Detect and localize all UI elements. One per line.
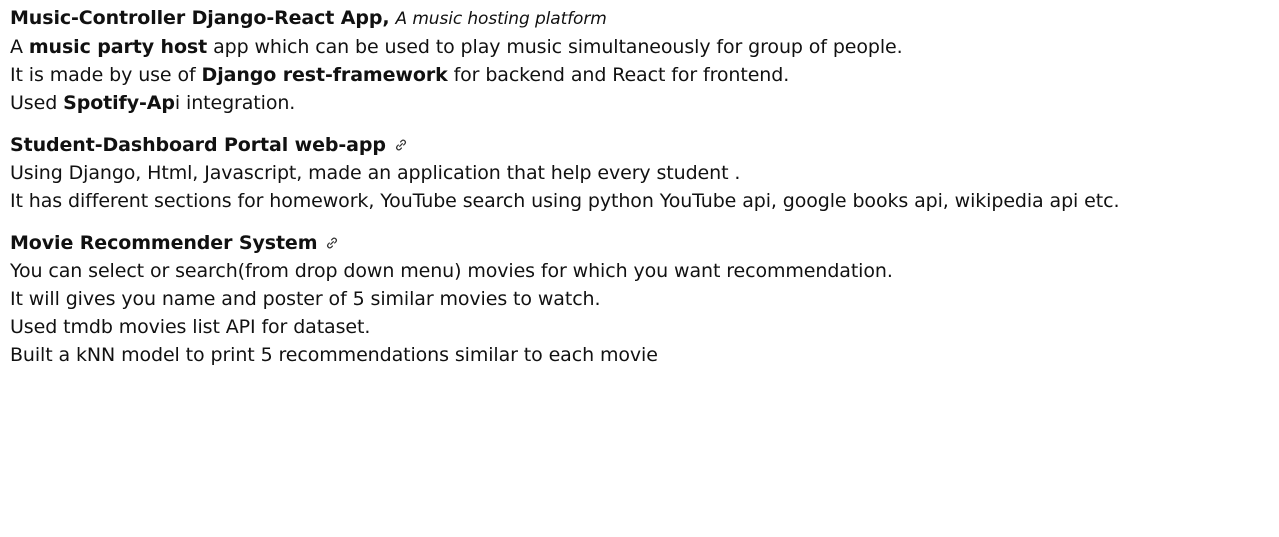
project-student-dashboard: Student-Dashboard Portal web-app Using D… bbox=[10, 131, 1279, 215]
project-heading: Music-Controller Django-React App, A mus… bbox=[10, 4, 1279, 33]
project-title: Student-Dashboard Portal web-app bbox=[10, 134, 386, 156]
highlight-text: Django rest-framework bbox=[201, 64, 448, 86]
project-description-line: A music party host app which can be used… bbox=[10, 33, 1279, 61]
project-movie-recommender: Movie Recommender System You can select … bbox=[10, 229, 1279, 369]
project-title: Movie Recommender System bbox=[10, 232, 318, 254]
text-segment: Used bbox=[10, 92, 64, 114]
project-heading: Student-Dashboard Portal web-app bbox=[10, 131, 1279, 159]
project-subtitle: A music hosting platform bbox=[395, 9, 607, 29]
text-segment: for backend and React for frontend. bbox=[447, 64, 790, 86]
project-description-line: Built a kNN model to print 5 recommendat… bbox=[10, 344, 658, 366]
highlight-text: Spotify-Ap bbox=[63, 92, 175, 114]
project-title: Music-Controller Django-React App, bbox=[10, 7, 390, 29]
project-heading: Movie Recommender System bbox=[10, 229, 1279, 257]
text-segment: It is made by use of bbox=[10, 64, 202, 86]
highlight-text: music party host bbox=[28, 36, 208, 58]
project-description-line: It has different sections for homework, … bbox=[10, 190, 1120, 212]
project-description-line: It is made by use of Django rest-framewo… bbox=[10, 61, 1279, 89]
project-description-line: Using Django, Html, Javascript, made an … bbox=[10, 162, 741, 184]
text-segment: app which can be used to play music simu… bbox=[207, 36, 903, 58]
projects-section: Music-Controller Django-React App, A mus… bbox=[0, 0, 1279, 537]
project-music-controller: Music-Controller Django-React App, A mus… bbox=[10, 4, 1279, 117]
project-description-line: Used tmdb movies list API for dataset. bbox=[10, 316, 371, 338]
project-description-line: Used Spotify-Api integration. bbox=[10, 89, 1279, 117]
link-icon[interactable] bbox=[325, 236, 339, 250]
project-description-line: You can select or search(from drop down … bbox=[10, 260, 893, 282]
link-icon[interactable] bbox=[394, 138, 408, 152]
project-description-line: It will gives you name and poster of 5 s… bbox=[10, 288, 601, 310]
text-segment: A bbox=[10, 36, 29, 58]
text-segment: i integration. bbox=[174, 92, 296, 114]
